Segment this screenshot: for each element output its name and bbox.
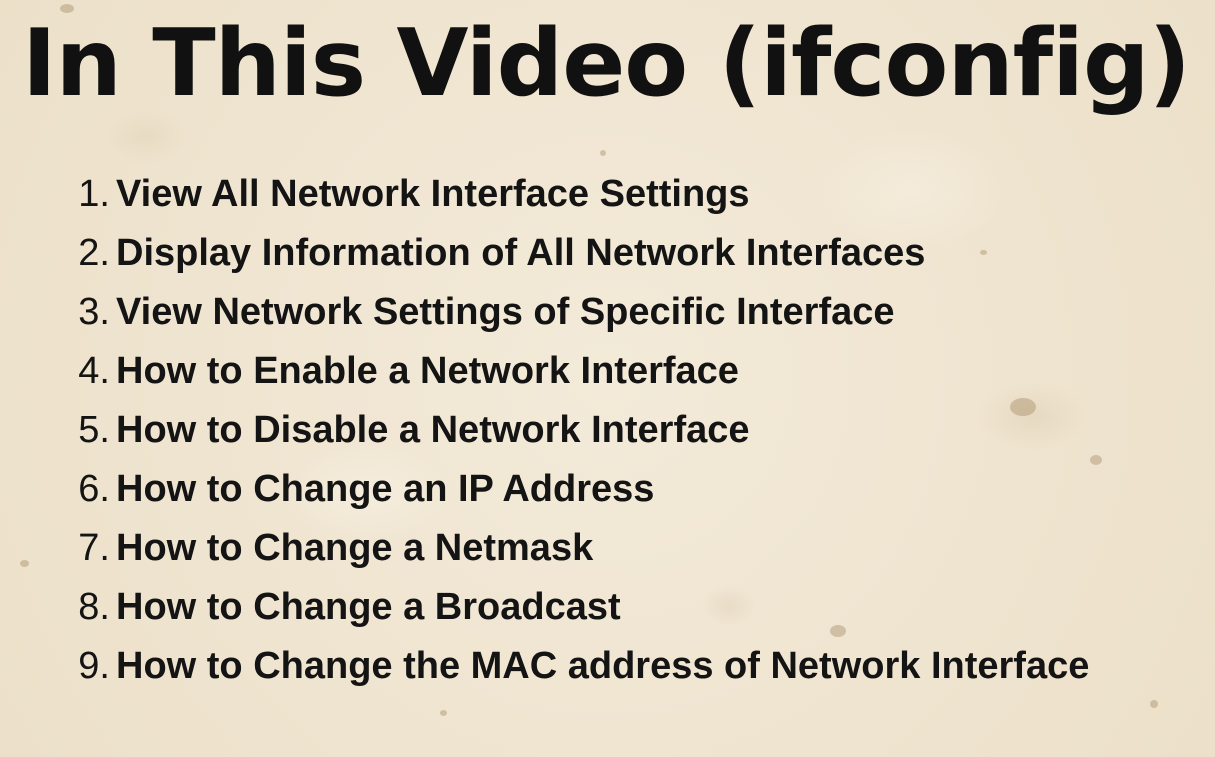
list-item-label: How to Change a Broadcast xyxy=(116,586,621,628)
list-item-number: 7. xyxy=(78,527,110,569)
list-item-number: 8. xyxy=(78,586,110,628)
page-title: In This Video (ifconfig) xyxy=(22,9,1191,117)
list-item-label: How to Change a Netmask xyxy=(116,527,594,569)
list-item-label: View All Network Interface Settings xyxy=(116,173,750,215)
list-item-number: 1. xyxy=(78,173,110,215)
list-item-number: 4. xyxy=(78,350,110,392)
list-item-number: 5. xyxy=(78,409,110,451)
list-item-number: 3. xyxy=(78,291,110,333)
list-item-label: Display Information of All Network Inter… xyxy=(116,232,926,274)
list-item-label: How to Disable a Network Interface xyxy=(116,409,750,451)
list-item-number: 6. xyxy=(78,468,110,510)
list-item-number: 2. xyxy=(78,232,110,274)
list-item-label: How to Change the MAC address of Network… xyxy=(116,645,1090,687)
list-item-label: View Network Settings of Specific Interf… xyxy=(116,291,895,333)
list-item-number: 9. xyxy=(78,645,110,687)
list-item-label: How to Change an IP Address xyxy=(116,468,655,510)
list-item-label: How to Enable a Network Interface xyxy=(116,350,739,392)
